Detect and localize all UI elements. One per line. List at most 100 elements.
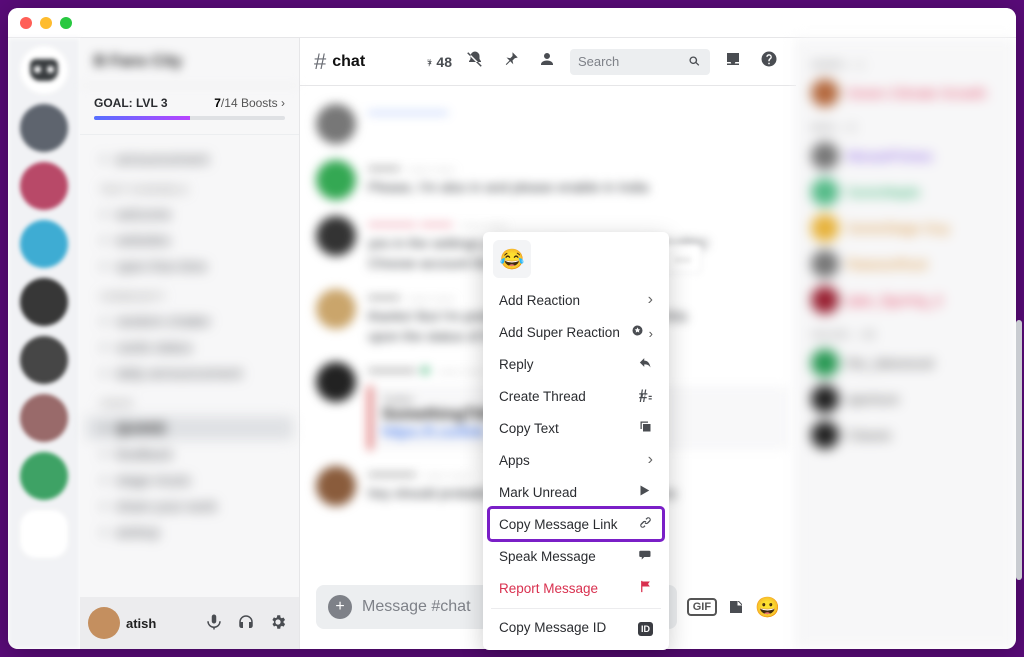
discord-logo-icon: [30, 59, 58, 81]
ctx-reply[interactable]: Reply: [489, 348, 663, 380]
threads-icon: [426, 53, 434, 71]
channel-item[interactable]: websites: [86, 228, 293, 252]
inbox-button[interactable]: [720, 50, 746, 73]
more-icon[interactable]: ⋯: [675, 250, 693, 268]
chevron-right-icon: [648, 451, 653, 469]
server-item[interactable]: [20, 278, 68, 326]
boost-goal-label: GOAL: LVL 3: [94, 96, 168, 110]
channel-title: # chat: [314, 49, 365, 75]
channel-item[interactable]: daily-announcement: [86, 361, 293, 385]
help-button[interactable]: [756, 50, 782, 73]
channel-name: chat: [332, 53, 365, 71]
inbox-icon: [724, 50, 742, 68]
server-item[interactable]: [20, 220, 68, 268]
flag-icon: [638, 579, 653, 597]
pin-icon: [502, 50, 520, 68]
members-icon: [538, 50, 556, 68]
member-item[interactable]: aperture: [805, 381, 1008, 417]
pinned-button[interactable]: [498, 50, 524, 73]
member-item[interactable]: SonicMaple: [805, 174, 1008, 210]
gif-button[interactable]: GIF: [687, 598, 717, 616]
quick-reaction-button[interactable]: 😂: [493, 240, 531, 278]
minimize-icon[interactable]: [40, 17, 52, 29]
ctx-report-message[interactable]: Report Message: [489, 572, 663, 604]
message-placeholder: Message #chat: [362, 598, 471, 616]
thread-icon: [638, 387, 653, 405]
ctx-create-thread[interactable]: Create Thread: [489, 380, 663, 412]
channel-item[interactable]: welcome: [86, 202, 293, 226]
channel-item[interactable]: open-free-time: [86, 254, 293, 278]
boost-goal-panel[interactable]: GOAL: LVL 3 7/14 Boosts ›: [80, 86, 299, 135]
maximize-icon[interactable]: [60, 17, 72, 29]
member-list[interactable]: Admin — 1 Green Climate Growth Mod — 5 M…: [796, 38, 1016, 649]
channel-item[interactable]: announcement: [86, 147, 293, 171]
emoji-button[interactable]: 😀: [755, 595, 780, 620]
ctx-speak-message[interactable]: Speak Message: [489, 540, 663, 572]
channel-item[interactable]: random-chatter: [86, 309, 293, 333]
threads-button[interactable]: 48: [426, 53, 452, 71]
boost-progress-bar: [94, 116, 285, 120]
link-icon: [638, 515, 653, 533]
home-button[interactable]: [20, 46, 68, 94]
channel-item[interactable]: stage-music: [86, 468, 293, 492]
search-placeholder: Search: [578, 54, 619, 69]
channel-category[interactable]: voice: [86, 395, 293, 414]
scrollbar[interactable]: [1016, 320, 1022, 580]
search-input[interactable]: Search: [570, 49, 710, 75]
reply-icon: [638, 355, 653, 373]
channel-category[interactable]: community: [86, 288, 293, 307]
settings-button[interactable]: [265, 613, 291, 634]
bell-muted-icon: [466, 50, 484, 68]
server-item[interactable]: [20, 394, 68, 442]
members-toggle-button[interactable]: [534, 50, 560, 73]
channel-item[interactable]: cards-status: [86, 335, 293, 359]
channel-item[interactable]: share-your-work: [86, 494, 293, 518]
attach-button[interactable]: +: [328, 595, 352, 619]
close-icon[interactable]: [20, 17, 32, 29]
super-reaction-icon: ›: [630, 323, 653, 341]
member-category: Mod — 5: [805, 111, 1008, 138]
ctx-add-super-reaction[interactable]: Add Super Reaction ›: [489, 316, 663, 348]
server-name: B Fans City: [94, 53, 182, 71]
member-item[interactable]: RawsonRoot: [805, 246, 1008, 282]
channel-item[interactable]: airdrop: [86, 520, 293, 544]
member-item[interactable]: pipe_figuring_it: [805, 282, 1008, 318]
add-server-button[interactable]: [20, 510, 68, 558]
thread-count: 48: [436, 54, 452, 70]
ctx-apps[interactable]: Apps: [489, 444, 663, 476]
member-item[interactable]: the_lakewood: [805, 345, 1008, 381]
ctx-copy-text[interactable]: Copy Text: [489, 412, 663, 444]
deafen-button[interactable]: [233, 613, 259, 634]
channel-item-selected[interactable]: QUAKE: [86, 416, 293, 440]
server-name-header[interactable]: B Fans City: [80, 38, 299, 86]
ctx-copy-message-link[interactable]: Copy Message Link: [489, 508, 663, 540]
server-item[interactable]: [20, 452, 68, 500]
window-controls: [20, 17, 72, 29]
server-item[interactable]: [20, 336, 68, 384]
chevron-right-icon: [648, 291, 653, 309]
self-avatar[interactable]: [88, 607, 120, 639]
id-icon: ID: [638, 620, 653, 635]
laugh-emoji-icon: 😂: [500, 247, 525, 272]
channel-item[interactable]: feedback: [86, 442, 293, 466]
ctx-add-reaction[interactable]: Add Reaction: [489, 284, 663, 316]
channel-list[interactable]: announcement text channels welcome websi…: [80, 135, 299, 597]
message[interactable]: —————: [316, 96, 796, 152]
member-item[interactable]: MoosePrimes: [805, 138, 1008, 174]
message[interactable]: ———— —— Please, I'm also in and please e…: [316, 152, 796, 208]
server-item[interactable]: [20, 104, 68, 152]
member-item[interactable]: Green Climate Growth: [805, 75, 1008, 111]
notifications-button[interactable]: [462, 50, 488, 73]
member-item[interactable]: Classic: [805, 417, 1008, 453]
member-category: Online — 88: [805, 318, 1008, 345]
mute-button[interactable]: [201, 613, 227, 634]
channel-category[interactable]: text channels: [86, 181, 293, 200]
server-item[interactable]: [20, 162, 68, 210]
message-context-menu: 😂 Add Reaction Add Super Reaction › Repl…: [483, 232, 669, 650]
member-item[interactable]: SomeStage Guy: [805, 210, 1008, 246]
server-rail: [8, 38, 80, 649]
help-icon: [760, 50, 778, 68]
ctx-copy-message-id[interactable]: Copy Message ID ID: [489, 613, 663, 642]
sticker-button[interactable]: [727, 598, 745, 616]
ctx-mark-unread[interactable]: Mark Unread: [489, 476, 663, 508]
